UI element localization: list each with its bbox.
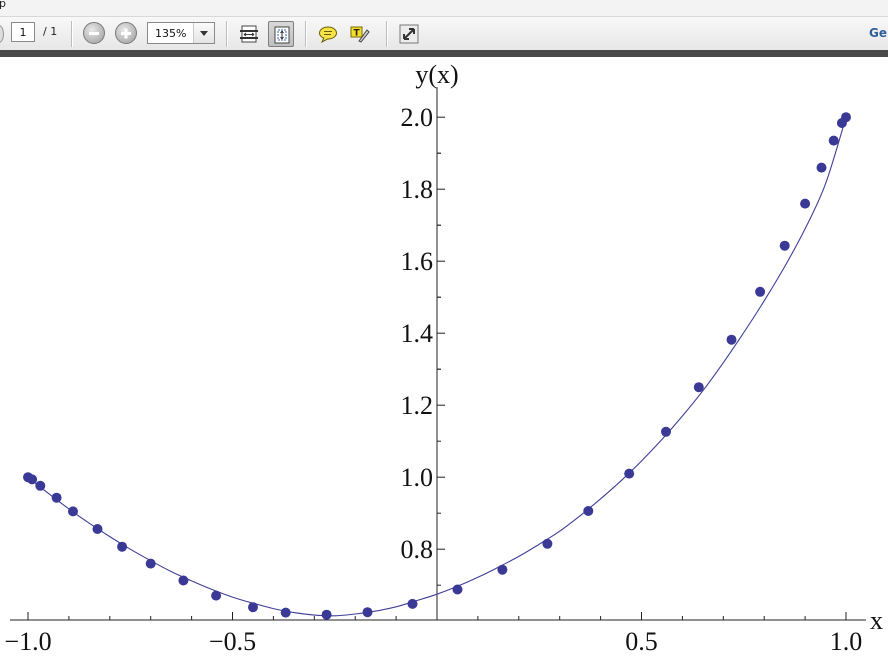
x-tick-label: −0.5: [209, 627, 256, 656]
zoom-in-button[interactable]: [115, 22, 137, 44]
data-point: [800, 198, 811, 209]
zoom-in-icon: [121, 28, 131, 39]
full-screen-button[interactable]: [396, 21, 422, 47]
window-title: p: [0, 0, 6, 10]
y-axis-label: y(x): [415, 60, 458, 89]
zoom-out-icon: [89, 32, 99, 35]
toolbar-separator: [226, 21, 227, 47]
data-point: [51, 492, 62, 503]
plot-area: −1.0 −0.5 0.5 1.0 0.8 1.0 1.2 1.4 1.6 1.8 2.0 x y(…: [4, 60, 883, 656]
data-point: [816, 162, 827, 173]
fit-width-button[interactable]: [236, 21, 262, 47]
data-point: [452, 584, 463, 595]
axes: [10, 87, 866, 621]
toolbar-separator: [71, 21, 72, 47]
data-point: [693, 382, 704, 393]
y-tick-label: 1.8: [401, 175, 434, 204]
data-point: [27, 474, 38, 485]
page-number-input[interactable]: [11, 22, 35, 42]
x-tick-label: −1.0: [4, 627, 51, 656]
svg-text:T: T: [354, 29, 361, 39]
data-point: [68, 506, 78, 517]
highlight-text-icon: T: [350, 26, 370, 43]
data-point: [624, 468, 635, 479]
data-point: [92, 524, 103, 534]
toolbar-separator: [386, 21, 387, 47]
y-tick-label: 1.6: [401, 247, 434, 276]
comment-icon: [319, 26, 337, 44]
y-tick-label: 1.0: [401, 463, 434, 492]
data-point: [178, 575, 189, 586]
data-point: [726, 334, 737, 345]
data-point: [583, 506, 594, 516]
data-point: [841, 112, 851, 123]
zoom-out-button[interactable]: [83, 22, 105, 44]
tick-labels: −1.0 −0.5 0.5 1.0 0.8 1.0 1.2 1.4 1.6 1.8 2.0: [4, 103, 862, 656]
data-point: [248, 602, 258, 613]
data-point: [117, 541, 128, 552]
fit-width-icon: [240, 25, 258, 43]
data-point: [755, 286, 766, 297]
x-axis-label: x: [870, 606, 883, 635]
data-point: [145, 558, 156, 569]
data-point: [407, 598, 418, 609]
full-screen-icon: [399, 24, 419, 44]
y-tick-label: 0.8: [401, 535, 434, 564]
window-titlebar: p: [0, 0, 888, 17]
get-link[interactable]: Ge: [869, 26, 887, 40]
data-point: [542, 538, 553, 549]
zoom-value: 135%: [155, 27, 187, 40]
data-point: [280, 607, 291, 618]
y-tick-label: 1.4: [401, 319, 434, 348]
fit-page-button[interactable]: [268, 21, 294, 47]
data-point: [35, 480, 46, 491]
data-point: [779, 240, 790, 251]
y-tick-label: 2.0: [401, 103, 434, 132]
page-total-label: / 1: [43, 25, 58, 38]
x-tick-label: 1.0: [830, 627, 863, 656]
data-point: [321, 609, 332, 620]
y-tick-label: 1.2: [401, 391, 434, 420]
data-point: [497, 564, 508, 575]
x-tick-label: 0.5: [625, 627, 658, 656]
highlight-text-button[interactable]: T: [347, 21, 373, 47]
data-point: [828, 135, 839, 146]
toolbar-separator: [305, 21, 306, 47]
toolbar-bottom-border: [0, 50, 888, 57]
data-point: [362, 607, 373, 618]
data-point: [211, 590, 222, 601]
fit-page-icon: [274, 26, 290, 44]
zoom-dropdown-button[interactable]: [193, 23, 214, 43]
data-point: [661, 426, 671, 437]
zoom-select[interactable]: 135%: [147, 22, 215, 44]
chevron-down-icon: [200, 31, 208, 36]
comment-button[interactable]: [315, 21, 341, 47]
